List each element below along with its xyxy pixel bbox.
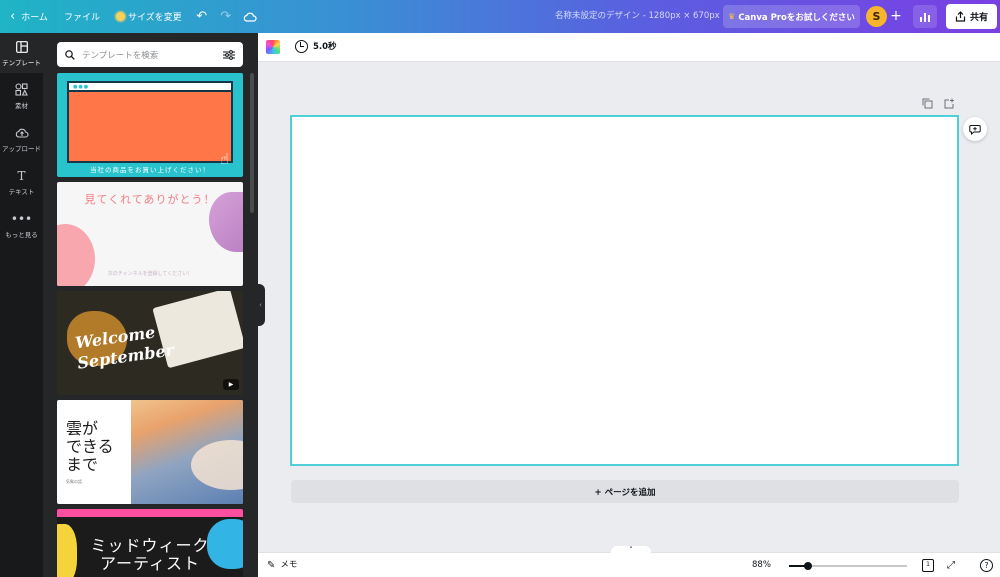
cloud-icon (243, 12, 257, 22)
browser-frame-graphic: ●●● (67, 81, 233, 163)
collapse-panel-handle[interactable]: ‹ (256, 284, 265, 326)
expand-icon: ⤢ (947, 560, 955, 571)
upload-icon (15, 126, 29, 140)
resize-sparkle-icon (115, 12, 125, 21)
share-icon (955, 11, 966, 22)
template-subtitle: 次のチャンネルを登録してください！ (107, 271, 193, 277)
more-icon: ••• (10, 211, 33, 226)
resize-label: サイズを変更 (127, 13, 182, 23)
zoom-slider[interactable] (789, 562, 907, 570)
clock-icon[interactable] (295, 40, 308, 53)
save-status-button[interactable] (238, 0, 262, 33)
sky-photo-graphic (131, 400, 243, 504)
rail-item-templates[interactable]: テンプレート (0, 33, 43, 73)
template-text-content: 雲が できる まで (66, 419, 114, 474)
template-thumb-midweek[interactable]: ミッドウィーク アーティスト (57, 509, 243, 577)
text-icon: T (17, 168, 26, 183)
avatar[interactable]: S (866, 6, 887, 27)
file-menu-button[interactable]: ファイル (56, 0, 108, 33)
chevron-left-icon: ‹ (259, 301, 262, 309)
share-button[interactable]: 共有 (946, 4, 997, 29)
top-bar: ‹ ホーム ファイル サイズを変更 ↶ ↷ 名称未設定のデザイン - 1280p… (0, 0, 1000, 33)
templates-panel: テンプレートを検索 ●●● 当社の商品をお買い上げください！ ☝ 見てくれてあり… (43, 33, 258, 577)
add-member-button[interactable]: + (889, 6, 903, 27)
template-icon (15, 40, 28, 54)
chevron-left-icon: ‹ (10, 9, 16, 24)
share-label: 共有 (969, 13, 988, 23)
bar-chart-icon-bar (924, 13, 926, 22)
notes-button[interactable]: ✎ メモ (267, 553, 297, 577)
add-comment-button[interactable] (963, 117, 987, 141)
template-text: ミッドウィーク アーティスト (90, 536, 210, 573)
undo-button[interactable]: ↶ (190, 0, 214, 33)
duration-button[interactable]: 5.0秒 (313, 33, 337, 62)
elements-icon (15, 83, 28, 97)
fullscreen-button[interactable]: ⤢ (947, 553, 955, 577)
rail-label: アップロード (2, 144, 41, 153)
help-button[interactable]: ? (980, 559, 993, 572)
rail-label: テンプレート (2, 58, 41, 67)
try-pro-label: Canva Proをお試しください (738, 12, 855, 23)
bar-chart-icon-bar (928, 15, 930, 22)
try-pro-button[interactable]: ♛ Canva Proをお試しください (723, 5, 860, 28)
home-button[interactable]: ‹ ホーム (0, 0, 56, 33)
redo-icon: ↷ (220, 9, 232, 24)
pink-splash-graphic (57, 509, 243, 517)
crown-icon: ♛ (728, 12, 736, 21)
comment-add-icon (969, 124, 981, 135)
file-label: ファイル (63, 13, 100, 23)
cloud-graphic (191, 440, 243, 490)
redo-button[interactable]: ↷ (214, 0, 238, 33)
zoom-percentage[interactable]: 88% (752, 553, 771, 577)
rail-item-more[interactable]: ••• もっと見る (0, 205, 43, 245)
rail-label: 素材 (15, 101, 28, 110)
bottom-bar: ˄ ✎ メモ 88% 1 ⤢ ? (258, 546, 1000, 577)
rail-item-text[interactable]: T テキスト (0, 162, 43, 202)
duplicate-page-button[interactable] (922, 98, 934, 110)
duplicate-icon (922, 98, 933, 109)
search-placeholder: テンプレートを検索 (82, 50, 159, 61)
notes-icon: ✎ (267, 560, 276, 571)
template-caption: 当社の商品をお買い上げください！ (90, 166, 210, 174)
bar-chart-icon (920, 17, 922, 22)
pointer-hand-icon: ☝ (220, 150, 230, 168)
template-thumb-thanks[interactable]: 見てくれてありがとう！ 次のチャンネルを登録してください！ (57, 182, 243, 286)
template-thumb-clouds[interactable]: 雲が できる まで 気象の話 (57, 400, 243, 504)
home-label: ホーム (21, 13, 48, 23)
search-icon (65, 49, 75, 60)
chevron-up-icon: ˄ (629, 546, 633, 554)
insights-button[interactable] (913, 5, 937, 28)
editor-toolbar: 5.0秒 (258, 33, 1000, 62)
document-title[interactable]: 名称未設定のデザイン - 1280px × 670px (555, 0, 720, 33)
notes-label: メモ (280, 560, 298, 570)
page-count-button[interactable]: 1 (922, 559, 934, 572)
resize-button[interactable]: サイズを変更 (108, 0, 190, 33)
add-page-icon (944, 98, 954, 109)
rail-item-uploads[interactable]: アップロード (0, 119, 43, 159)
video-badge-icon: ▶ (223, 379, 239, 390)
zoom-slider-knob[interactable] (803, 562, 812, 570)
rail-item-elements[interactable]: 素材 (0, 76, 43, 116)
page-tools (922, 98, 956, 110)
template-small-text: 気象の話 (66, 479, 82, 484)
side-rail: テンプレート 素材 アップロード T テキスト ••• もっと見る (0, 33, 43, 577)
template-thumb-products[interactable]: ●●● 当社の商品をお買い上げください！ ☝ (57, 73, 243, 177)
show-pages-handle[interactable]: ˄ (611, 546, 651, 554)
template-thumb-september[interactable]: Welcome September ▶ (57, 291, 243, 395)
undo-icon: ↶ (196, 9, 208, 24)
template-search-input[interactable]: テンプレートを検索 (57, 42, 243, 67)
orange-panel-graphic (69, 90, 231, 161)
add-page-icon-button[interactable] (944, 98, 956, 110)
filter-icon[interactable] (223, 49, 235, 60)
template-title: 見てくれてありがとう！ (84, 193, 216, 206)
template-text: 雲が できる まで (66, 420, 114, 474)
add-page-button[interactable]: + ページを追加 (291, 480, 959, 503)
rail-label: テキスト (8, 187, 35, 196)
plus-icon: + (890, 8, 902, 24)
rail-label: もっと見る (5, 230, 38, 239)
background-color-button[interactable] (266, 40, 280, 54)
panel-scrollbar[interactable] (250, 73, 254, 213)
design-page[interactable] (290, 115, 959, 466)
